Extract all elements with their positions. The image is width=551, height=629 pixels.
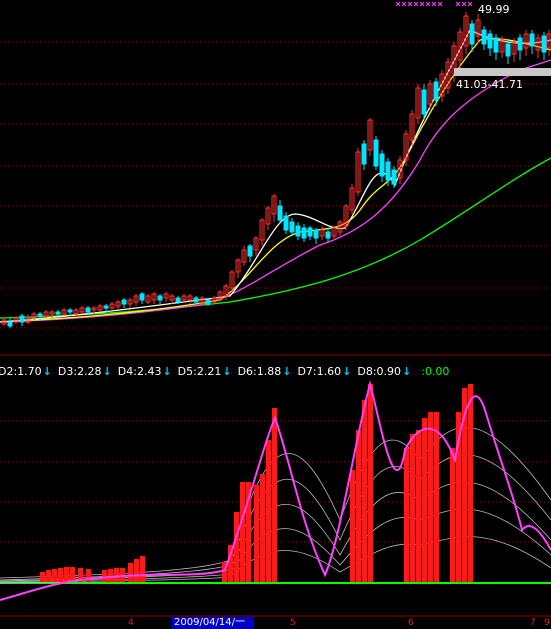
high-price-label: 49.99 — [478, 3, 510, 16]
candle-body — [391, 169, 397, 185]
candle-body — [277, 205, 283, 221]
candle-body — [67, 309, 73, 313]
oscillator-bar — [140, 556, 145, 582]
candle-body — [157, 295, 163, 301]
candlestick-series — [1, 12, 551, 328]
candle-body — [481, 29, 487, 45]
oscillator-panel — [0, 1, 551, 601]
oscillator-bar — [234, 512, 239, 582]
indicator-d8: D8:0.90↓ — [357, 364, 412, 378]
oscillator-bar — [120, 568, 125, 582]
oscillator-bar — [356, 430, 361, 582]
candle-body — [193, 297, 199, 303]
down-arrow-icon: ↓ — [102, 364, 112, 378]
candle-body — [295, 225, 301, 237]
down-arrow-icon: ↓ — [342, 364, 352, 378]
oscillator-bar — [46, 570, 51, 582]
oscillator-bar — [114, 568, 119, 582]
price-range-label: 41.03-41.71 — [456, 78, 523, 91]
candle-body — [103, 305, 109, 309]
candle-body — [505, 43, 511, 57]
candle-body — [373, 139, 379, 167]
oscillator-bar — [134, 559, 139, 582]
candle-body — [385, 161, 391, 181]
indicator-d2: D2:1.70↓ — [0, 364, 52, 378]
indicator-extra-value: :0.00 — [421, 364, 450, 378]
candle-body — [307, 227, 313, 237]
candle-body — [517, 37, 523, 51]
oscillator-bar — [58, 568, 63, 582]
oscillator-bar — [410, 434, 415, 582]
candle-body — [421, 89, 427, 115]
candle-body — [175, 297, 181, 303]
ma-longest-line — [0, 157, 551, 319]
down-arrow-icon: ↓ — [402, 364, 412, 378]
candle-body — [325, 231, 331, 239]
candle-body — [19, 315, 25, 323]
oscillator-bar — [40, 572, 45, 582]
oscillator-bar — [272, 408, 277, 582]
candle-body — [121, 299, 127, 305]
candle-body — [361, 143, 367, 165]
candle-body — [313, 229, 319, 239]
oscillator-bar — [468, 384, 473, 582]
candle-body — [301, 227, 307, 239]
oscillator-bar — [362, 400, 367, 582]
candle-body — [493, 37, 499, 53]
range-highlight-bar — [454, 68, 551, 76]
oscillator-bar — [416, 430, 421, 582]
candle-body — [379, 153, 385, 177]
indicator-readout-bar: D2:1.70↓ D3:2.28↓ D4:2.43↓ D5:2.21↓ D6:1… — [0, 363, 449, 379]
candle-body — [139, 293, 145, 301]
candle-body — [37, 313, 43, 317]
candle-body — [529, 33, 535, 47]
candle-body — [541, 35, 547, 53]
oscillator-bar — [404, 448, 409, 582]
ma-long-line — [0, 59, 551, 323]
candle-body — [205, 299, 211, 305]
oscillator-bar — [64, 567, 69, 582]
oscillator-bar — [240, 482, 245, 582]
oscillator-bar — [428, 412, 433, 582]
oscillator-bar — [108, 569, 113, 582]
down-arrow-icon: ↓ — [282, 364, 292, 378]
indicator-d7: D7:1.60↓ — [297, 364, 352, 378]
candle-body — [289, 221, 295, 233]
indicator-d6: D6:1.88↓ — [237, 364, 292, 378]
oscillator-bar — [254, 485, 259, 582]
oscillator-bar — [260, 474, 265, 582]
candle-body — [487, 33, 493, 49]
stock-chart[interactable] — [0, 0, 551, 627]
indicator-d3: D3:2.28↓ — [57, 364, 112, 378]
candle-body — [433, 81, 439, 101]
oscillator-bar — [102, 570, 107, 582]
oscillator-bar — [434, 412, 439, 582]
down-arrow-icon: ↓ — [42, 364, 52, 378]
down-arrow-icon: ↓ — [222, 364, 232, 378]
down-arrow-icon: ↓ — [162, 364, 172, 378]
indicator-d4: D4:2.43↓ — [117, 364, 172, 378]
candle-body — [7, 321, 13, 327]
candle-body — [247, 245, 253, 257]
oscillator-bar — [52, 569, 57, 582]
oscillator-bar — [450, 448, 455, 582]
oscillator-bar — [350, 470, 355, 582]
oscillator-bar — [128, 563, 133, 582]
candle-body — [85, 307, 91, 313]
oscillator-bar — [422, 418, 427, 582]
cursor-date-label: 2009/04/14/一 — [172, 617, 254, 629]
indicator-d5: D5:2.21↓ — [177, 364, 232, 378]
candle-body — [55, 311, 61, 315]
oscillator-bar — [266, 440, 271, 582]
oscillator-bar — [368, 384, 373, 582]
candle-body — [283, 215, 289, 231]
candle-body — [469, 23, 475, 45]
